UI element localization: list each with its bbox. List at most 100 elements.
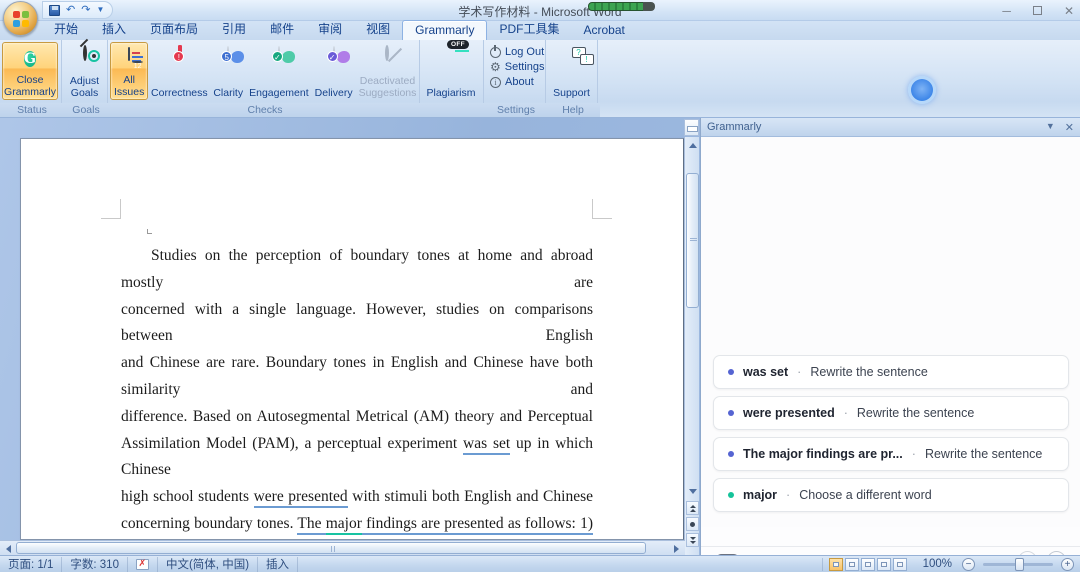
underlined-text-blue[interactable]: was set <box>463 435 510 455</box>
tab-插入[interactable]: 插入 <box>90 18 138 40</box>
outline-view-button[interactable] <box>877 558 891 571</box>
deactivated-slash-icon <box>375 47 399 71</box>
underlined-text-blue[interactable]: The <box>297 515 325 535</box>
tab-视图[interactable]: 视图 <box>354 18 402 40</box>
document-area: Studies on the perception of boundary to… <box>0 118 700 555</box>
group-label-checks: Checks <box>110 104 420 116</box>
maximize-button[interactable] <box>1033 6 1042 15</box>
zoom-in-button[interactable]: + <box>1061 558 1074 571</box>
zoom-slider[interactable] <box>983 563 1053 566</box>
vertical-scrollbar[interactable] <box>684 137 699 555</box>
document-line[interactable]: Studies on the perception of boundary to… <box>121 243 593 297</box>
support-button[interactable]: ?! Support <box>548 42 595 100</box>
scroll-down-arrow[interactable] <box>686 485 699 498</box>
next-page-button[interactable] <box>686 533 699 547</box>
tab-开始[interactable]: 开始 <box>42 18 90 40</box>
underlined-text-blue[interactable]: were presented <box>254 488 348 508</box>
scroll-left-arrow[interactable] <box>2 542 15 555</box>
tab-pdf工具集[interactable]: PDF工具集 <box>487 18 571 40</box>
about-button[interactable]: i About <box>490 76 545 88</box>
text-run[interactable]: Assimilation Model (PAM), a perceptual e… <box>121 435 463 452</box>
text-run[interactable]: concerned with a single language. Howeve… <box>121 301 593 345</box>
text-run[interactable]: and Chinese are rare. Boundary tones in … <box>121 354 593 398</box>
zoom-slider-handle[interactable] <box>1015 558 1024 571</box>
fullscreen-reading-view-button[interactable] <box>845 558 859 571</box>
tab-acrobat[interactable]: Acrobat <box>571 21 636 40</box>
suggestion-separator: · <box>797 365 801 379</box>
text-run[interactable]: concerning boundary tones. <box>121 515 297 532</box>
minimize-button[interactable]: ─ <box>1002 5 1011 17</box>
adjust-goals-button[interactable]: Adjust Goals <box>64 42 105 100</box>
log-out-button[interactable]: Log Out <box>490 46 545 58</box>
page-indicator[interactable]: 页面: 1/1 <box>0 557 62 572</box>
document-line[interactable]: high school students were presented with… <box>121 484 593 511</box>
word-count[interactable]: 字数: 310 <box>62 557 128 572</box>
ribbon-group-settings: Log Out ⚙ Settings i About <box>484 40 546 103</box>
grammarly-task-pane: Grammarly ▼ ✕ was set·Rewrite the senten… <box>700 118 1080 555</box>
ruler-toggle-button[interactable] <box>684 119 699 136</box>
text-run[interactable]: high school students <box>121 488 254 505</box>
suggestion-card[interactable]: were presented·Rewrite the sentence <box>713 396 1069 430</box>
suggestion-card[interactable]: The major findings are pr...·Rewrite the… <box>713 437 1069 471</box>
close-button[interactable]: ✕ <box>1064 5 1074 17</box>
zoom-out-button[interactable]: − <box>962 558 975 571</box>
proofing-error-icon <box>136 559 149 570</box>
tab-邮件[interactable]: 邮件 <box>258 18 306 40</box>
correctness-button[interactable]: ! Correctness <box>148 42 210 100</box>
clarity-button[interactable]: 5 Clarity <box>210 42 246 100</box>
cursor-highlight-overlay <box>908 76 936 104</box>
settings-button[interactable]: ⚙ Settings <box>490 61 545 73</box>
support-bubbles-icon: ?! <box>560 47 584 71</box>
underlined-text-green[interactable]: major <box>326 515 362 535</box>
document-line[interactable]: concerned with a single language. Howeve… <box>121 297 593 351</box>
suggestion-phrase: The major findings are pr... <box>743 447 903 461</box>
vertical-scroll-thumb[interactable] <box>686 173 699 308</box>
tab-引用[interactable]: 引用 <box>210 18 258 40</box>
print-layout-view-button[interactable] <box>829 558 843 571</box>
text-run[interactable]: with stimuli both English and Chinese <box>348 488 593 505</box>
text-run[interactable]: Studies on the perception of boundary to… <box>121 247 593 291</box>
all-issues-icon: 12 <box>117 48 141 72</box>
plagiarism-button[interactable]: OFF Plagiarism <box>422 42 480 100</box>
suggestion-phrase: were presented <box>743 406 835 420</box>
scroll-up-arrow[interactable] <box>686 139 699 152</box>
document-line[interactable]: and Chinese are rare. Boundary tones in … <box>121 350 593 404</box>
document-page[interactable]: Studies on the perception of boundary to… <box>20 138 684 540</box>
plagiarism-off-icon: OFF <box>439 47 463 71</box>
select-browse-object-button[interactable] <box>686 517 699 531</box>
language-indicator[interactable]: 中文(简体, 中国) <box>158 557 258 572</box>
tab-grammarly[interactable]: Grammarly <box>402 20 487 40</box>
task-pane-close-icon[interactable]: ✕ <box>1065 121 1074 134</box>
draft-view-button[interactable] <box>893 558 907 571</box>
suggestion-category-dot <box>728 369 734 375</box>
scroll-right-arrow[interactable] <box>670 542 683 555</box>
group-label-settings: Settings <box>486 104 546 116</box>
all-issues-button[interactable]: 12 All Issues <box>110 42 148 100</box>
deactivated-suggestions-button[interactable]: Deactivated Suggestions <box>356 42 420 100</box>
proofing-status[interactable] <box>128 557 158 572</box>
tab-审阅[interactable]: 审阅 <box>306 18 354 40</box>
document-line[interactable]: difference. Based on Autosegmental Metri… <box>121 404 593 431</box>
text-run[interactable]: difference. Based on Autosegmental Metri… <box>121 408 593 425</box>
zoom-level[interactable]: 100% <box>917 558 958 570</box>
office-button[interactable] <box>3 1 38 36</box>
horizontal-scrollbar[interactable] <box>0 540 685 555</box>
status-bar: 页面: 1/1 字数: 310 中文(简体, 中国) 插入 100% − + <box>0 555 1080 572</box>
suggestion-card[interactable]: major·Choose a different word <box>713 478 1069 512</box>
delivery-button[interactable]: ✓ Delivery <box>312 42 356 100</box>
task-pane-menu-icon[interactable]: ▼ <box>1046 121 1055 134</box>
text-boundary-mark-right <box>592 199 612 219</box>
previous-page-button[interactable] <box>686 501 699 515</box>
engagement-button[interactable]: ✓ Engagement <box>246 42 312 100</box>
web-layout-view-button[interactable] <box>861 558 875 571</box>
suggestion-card[interactable]: was set·Rewrite the sentence <box>713 355 1069 389</box>
document-line[interactable]: Assimilation Model (PAM), a perceptual e… <box>121 431 593 485</box>
tab-页面布局[interactable]: 页面布局 <box>138 18 210 40</box>
insert-mode-indicator[interactable]: 插入 <box>258 557 298 572</box>
close-grammarly-button[interactable]: G Close Grammarly <box>2 42 58 100</box>
suggestion-action: Rewrite the sentence <box>925 447 1042 461</box>
view-shortcuts <box>822 558 913 571</box>
horizontal-scroll-thumb[interactable] <box>16 542 646 554</box>
suggestion-phrase: major <box>743 488 777 502</box>
document-text[interactable]: Studies on the perception of boundary to… <box>121 243 593 555</box>
